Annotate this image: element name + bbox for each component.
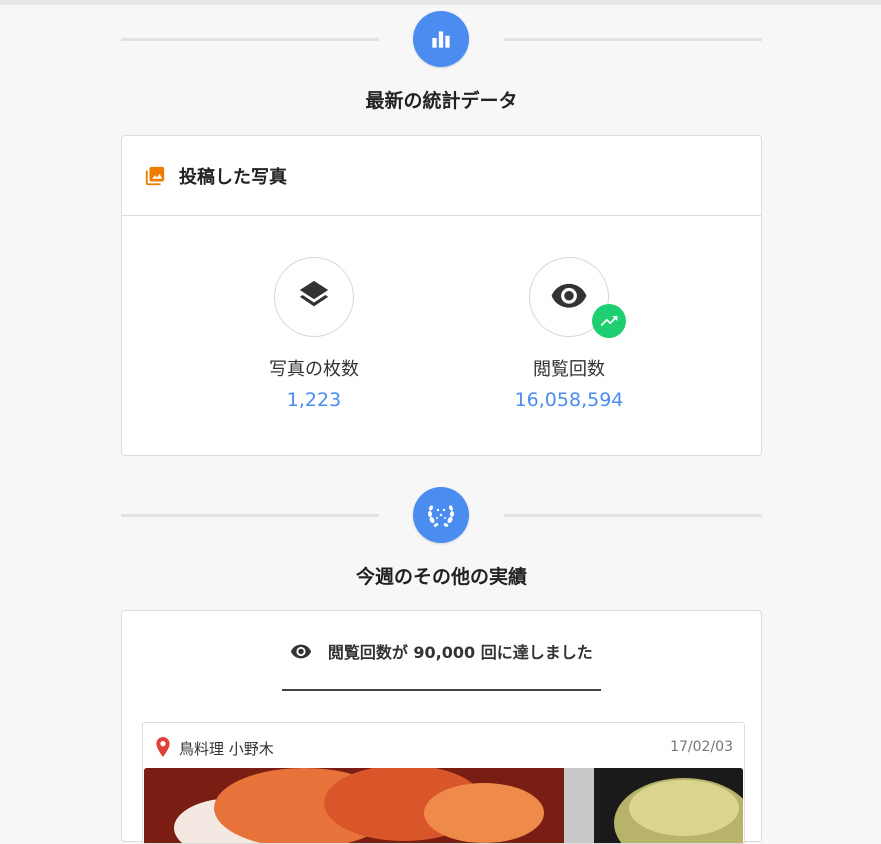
achievement-card: 閲覧回数が 90,000 回に達しました 鳥料理 小野木 17/02/03: [121, 610, 762, 844]
card-header: 投稿した写真: [122, 136, 761, 216]
stat-value: 1,223: [286, 389, 342, 411]
photo-library-icon: [144, 165, 166, 191]
achievement-text: 閲覧回数が 90,000 回に達しました: [327, 643, 593, 662]
stat-label: 写真の枚数: [269, 359, 359, 380]
eye-icon: [290, 643, 328, 662]
achievements-section-divider: [121, 486, 762, 546]
bar-chart-icon: [413, 11, 469, 67]
stats-section-divider: [121, 10, 762, 70]
stat-photo-count: 写真の枚数 1,223: [214, 257, 414, 411]
achievement-photo-item[interactable]: 鳥料理 小野木 17/02/03: [142, 722, 745, 844]
posted-photos-card: 投稿した写真 写真の枚数 1,223 閲覧回数 16,058,594: [121, 135, 762, 456]
layers-icon: [297, 278, 331, 316]
map-pin-icon: [155, 737, 171, 761]
heading-underline: [282, 689, 601, 691]
top-border: [0, 0, 881, 5]
stat-icon-circle: [274, 257, 354, 337]
place-name-link[interactable]: 鳥料理 小野木: [179, 738, 274, 759]
laurel-wreath-icon: [413, 487, 469, 543]
stat-value: 16,058,594: [514, 389, 624, 411]
trending-up-icon: [592, 304, 626, 338]
card-title: 投稿した写真: [179, 167, 287, 188]
divider-line-right: [504, 514, 762, 517]
stats-section-title: 最新の統計データ: [365, 90, 518, 112]
divider-line-left: [121, 38, 379, 41]
divider-line-right: [504, 38, 762, 41]
stat-label: 閲覧回数: [533, 359, 605, 380]
divider-line-left: [121, 514, 379, 517]
eye-icon: [550, 276, 588, 318]
photo-date: 17/02/03: [670, 739, 733, 755]
stat-view-count: 閲覧回数 16,058,594: [469, 257, 669, 411]
stat-icon-circle: [529, 257, 626, 338]
photo-item-header: 鳥料理 小野木 17/02/03: [143, 723, 744, 768]
achievements-section-title: 今週のその他の実績: [355, 566, 527, 588]
achievement-heading: 閲覧回数が 90,000 回に達しました: [122, 639, 761, 663]
food-photo[interactable]: [144, 768, 743, 843]
